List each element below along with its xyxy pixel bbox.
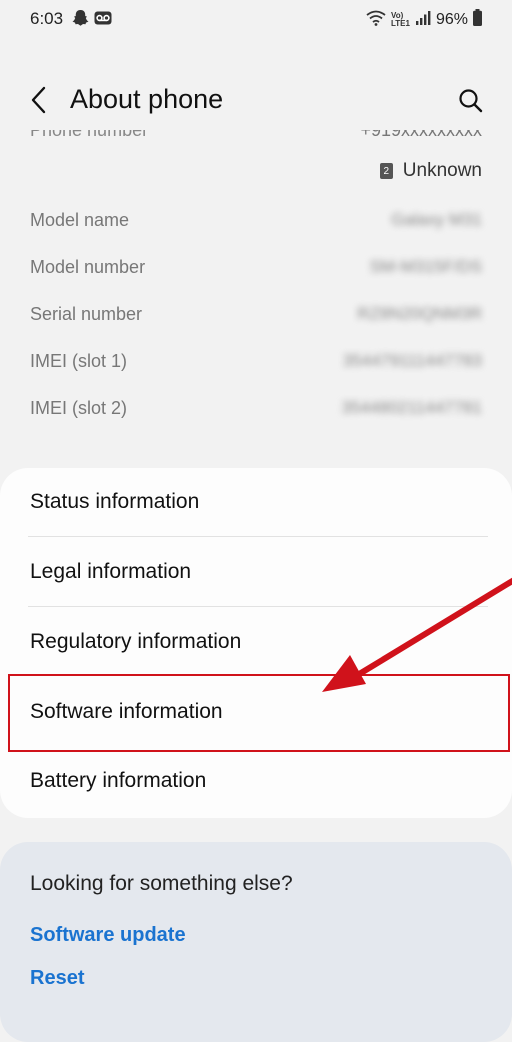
reset-link[interactable]: Reset xyxy=(30,967,84,990)
battery-icon xyxy=(473,9,482,31)
phone-number-row: Phone number +919xxxxxxxxx xyxy=(0,130,512,140)
phone-number-value: +919xxxxxxxxx xyxy=(360,130,482,140)
snapchat-icon xyxy=(72,9,89,32)
sim2-number-row: 2 Unknown xyxy=(379,160,482,182)
page-title: About phone xyxy=(70,84,224,114)
search-button[interactable] xyxy=(456,86,486,116)
back-button[interactable] xyxy=(24,84,56,116)
menu-item-label: Regulatory information xyxy=(30,630,242,653)
info-value-blurred: 354480211447781 xyxy=(341,398,482,417)
divider xyxy=(28,536,488,537)
menu-item-legal-information[interactable]: Legal information xyxy=(0,538,512,607)
menu-item-status-information[interactable]: Status information xyxy=(0,468,512,537)
status-time: 6:03 xyxy=(30,9,64,28)
info-row-serial-number: Serial number RZ8N20QNM3R xyxy=(0,304,512,334)
info-label: Model name xyxy=(30,210,130,230)
voicemail-icon xyxy=(94,9,112,32)
phone-number-label: Phone number xyxy=(30,130,149,140)
info-label: Model number xyxy=(30,257,146,277)
menu-item-label: Status information xyxy=(30,490,200,513)
info-label: Serial number xyxy=(30,304,143,324)
info-label: IMEI (slot 2) xyxy=(30,398,128,418)
sim2-number-value: Unknown xyxy=(402,160,482,181)
status-right-icons: Vo) LTE1 96% xyxy=(366,9,482,31)
about-menu-card: Status information Legal information Reg… xyxy=(0,468,512,818)
divider xyxy=(28,606,488,607)
wifi-icon xyxy=(366,10,386,31)
menu-item-battery-information[interactable]: Battery information xyxy=(0,747,512,816)
volte-bottom-text: LTE1 xyxy=(391,19,410,28)
info-row-imei-slot1: IMEI (slot 1) 354479111447783 xyxy=(0,351,512,381)
info-row-model-number: Model number SM-M315F/DS xyxy=(0,257,512,287)
sim2-icon: 2 xyxy=(379,163,393,179)
info-value-blurred: SM-M315F/DS xyxy=(369,257,482,276)
suggestions-title: Looking for something else? xyxy=(30,872,293,895)
signal-icon xyxy=(415,10,431,31)
suggestions-card: Looking for something else? Software upd… xyxy=(0,842,512,1042)
info-value-blurred: RZ8N20QNM3R xyxy=(357,304,482,323)
info-row-imei-slot2: IMEI (slot 2) 354480211447781 xyxy=(0,398,512,428)
menu-item-regulatory-information[interactable]: Regulatory information xyxy=(0,608,512,677)
software-update-link[interactable]: Software update xyxy=(30,924,186,947)
info-value-blurred: Galaxy M31 xyxy=(391,210,482,229)
status-bar: 6:03 Vo) LTE1 96% xyxy=(0,0,512,40)
info-row-model-name: Model name Galaxy M31 xyxy=(0,210,512,240)
search-icon xyxy=(459,89,483,113)
annotation-highlight-box xyxy=(8,674,510,752)
menu-item-label: Battery information xyxy=(30,769,207,792)
info-value-blurred: 354479111447783 xyxy=(342,351,482,370)
phone-info-section: Phone number +919xxxxxxxxx 2 Unknown Mod… xyxy=(0,130,512,460)
back-arrow-icon xyxy=(31,86,46,114)
volte-icon: Vo) LTE1 xyxy=(391,12,410,28)
battery-percentage: 96% xyxy=(435,11,468,28)
menu-item-label: Legal information xyxy=(30,560,192,583)
app-header: About phone xyxy=(0,70,512,132)
info-label: IMEI (slot 1) xyxy=(30,351,128,371)
